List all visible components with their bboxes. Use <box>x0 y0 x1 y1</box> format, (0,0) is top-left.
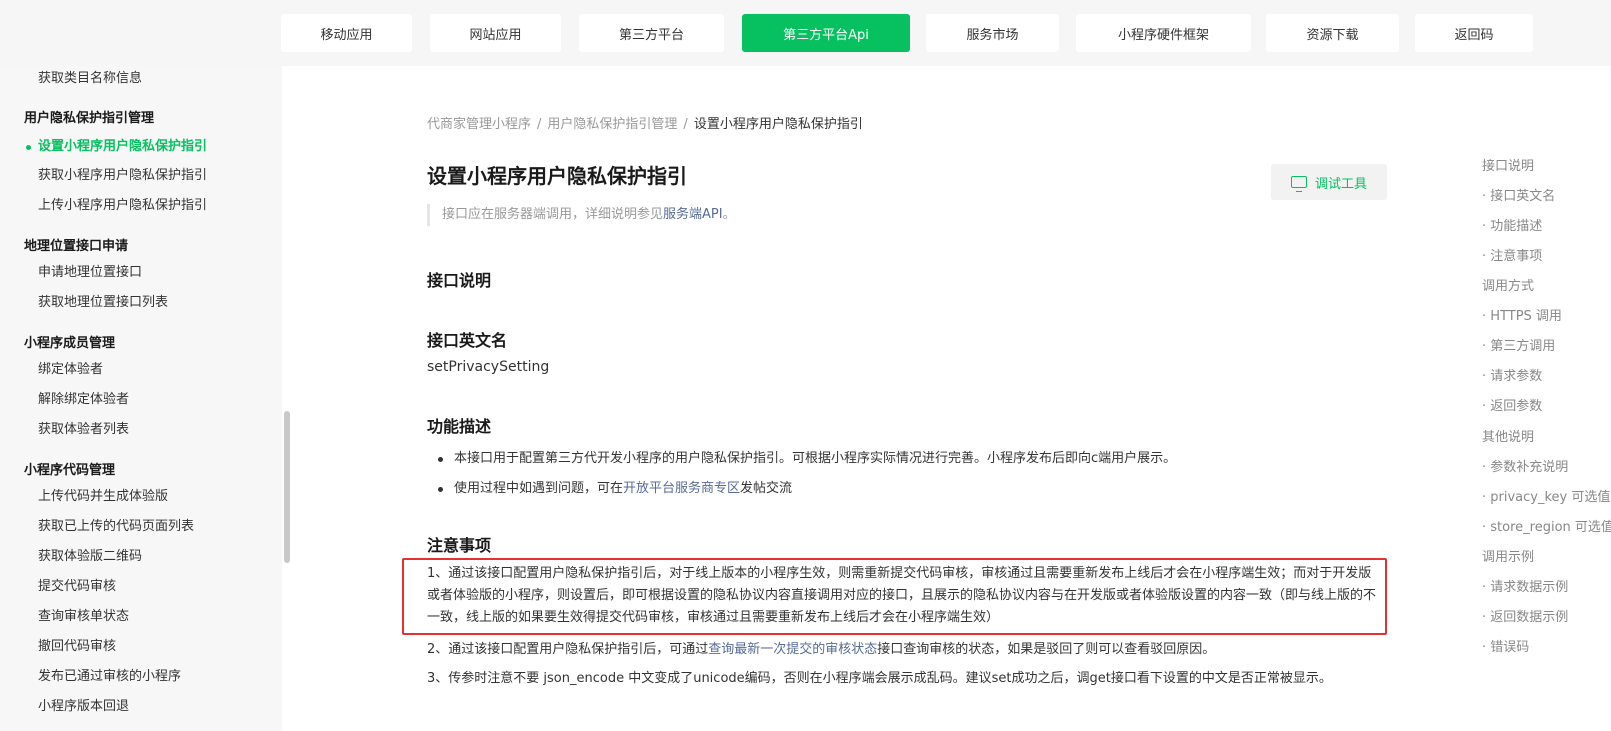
toc-item[interactable]: · store_region 可选值 <box>1482 519 1611 537</box>
breadcrumb-link[interactable]: 用户隐私保护指引管理 <box>547 117 677 132</box>
toc-item[interactable]: · 返回数据示例 <box>1482 609 1568 627</box>
note-item-2: 2、通过该接口配置用户隐私保护指引后，可通过查询最新一次提交的审核状态接口查询审… <box>427 639 1367 661</box>
sidebar-item[interactable]: 上传代码并生成体验版 <box>38 488 168 506</box>
section-notes: 注意事项 <box>427 536 492 555</box>
nav-tab-website-app[interactable]: 网站应用 <box>430 14 561 52</box>
sidebar-item[interactable]: 查询审核单状态 <box>38 608 129 626</box>
top-nav: 移动应用 网站应用 第三方平台 第三方平台Api 服务市场 小程序硬件框架 资源… <box>0 0 1611 66</box>
toc-item[interactable]: · 错误码 <box>1482 639 1529 657</box>
toc-item[interactable]: · 功能描述 <box>1482 218 1542 236</box>
page-title: 设置小程序用户隐私保护指引 <box>427 164 687 188</box>
note-suffix: 。 <box>722 207 736 222</box>
sidebar-item[interactable]: 申请地理位置接口 <box>38 264 142 282</box>
toc-item[interactable]: · 返回参数 <box>1482 398 1542 416</box>
sidebar-item[interactable]: 撤回代码审核 <box>38 638 116 656</box>
sidebar-item[interactable]: 获取地理位置接口列表 <box>38 294 168 312</box>
sidebar-item[interactable]: 提交代码审核 <box>38 578 116 596</box>
breadcrumb-link[interactable]: 代商家管理小程序 <box>427 117 531 132</box>
sidebar-group: 小程序成员管理 <box>24 336 116 351</box>
toc-item[interactable]: 其他说明 <box>1482 429 1534 447</box>
section-function: 功能描述 <box>427 417 492 436</box>
api-en-name: setPrivacySetting <box>427 359 550 375</box>
sidebar-item[interactable]: 发布已通过审核的小程序 <box>38 668 181 686</box>
sidebar-item[interactable]: 获取类目名称信息 <box>38 70 142 88</box>
sidebar-item[interactable]: 上传小程序用户隐私保护指引 <box>38 197 207 215</box>
server-side-note: 接口应在服务器端调用，详细说明参见服务端API。 <box>427 204 736 226</box>
note-text: 接口应在服务器端调用，详细说明参见 <box>442 207 664 222</box>
bullet-text: 发帖交流 <box>740 481 793 496</box>
list-item: 本接口用于配置第三方代开发小程序的用户隐私保护指引。可根据小程序实际情况进行完善… <box>437 450 1177 468</box>
breadcrumb: 代商家管理小程序 / 用户隐私保护指引管理 / 设置小程序用户隐私保护指引 <box>427 116 863 134</box>
bullet-text: 使用过程中如遇到问题，可在 <box>454 481 624 496</box>
nav-tab-resource-download[interactable]: 资源下载 <box>1266 14 1399 52</box>
toc-item[interactable]: · 接口英文名 <box>1482 188 1555 206</box>
breadcrumb-current: 设置小程序用户隐私保护指引 <box>693 117 863 132</box>
sidebar-group: 用户隐私保护指引管理 <box>24 111 155 126</box>
note-text: 接口查询审核的状态，如果是驳回了则可以查看驳回原因。 <box>877 642 1216 657</box>
toc-item[interactable]: 调用方式 <box>1482 278 1534 296</box>
section-api-desc: 接口说明 <box>427 271 492 290</box>
debug-tool-label: 调试工具 <box>1314 176 1367 192</box>
sidebar-item[interactable]: 解除绑定体验者 <box>38 391 129 409</box>
nav-tab-third-party-platform[interactable]: 第三方平台 <box>579 14 724 52</box>
nav-tab-hardware-framework[interactable]: 小程序硬件框架 <box>1076 14 1251 52</box>
note-item-1: 1、通过该接口配置用户隐私保护指引后，对于线上版本的小程序生效，则需重新提交代码… <box>427 566 1377 625</box>
server-api-link[interactable]: 服务端API <box>663 207 723 222</box>
monitor-icon <box>1290 176 1307 192</box>
sidebar-item[interactable]: 小程序版本回退 <box>38 698 129 716</box>
toc-item[interactable]: 调用示例 <box>1482 549 1534 567</box>
nav-tab-return-code[interactable]: 返回码 <box>1415 14 1533 52</box>
service-provider-zone-link[interactable]: 开放平台服务商专区 <box>623 481 740 496</box>
sidebar-group: 小程序代码管理 <box>24 463 116 478</box>
toc-item[interactable]: · HTTPS 调用 <box>1482 308 1562 326</box>
list-item: 使用过程中如遇到问题，可在开放平台服务商专区发帖交流 <box>437 480 793 498</box>
sidebar-group: 地理位置接口申请 <box>24 239 129 254</box>
toc-item[interactable]: · 请求数据示例 <box>1482 579 1568 597</box>
toc-item[interactable]: · privacy_key 可选值 <box>1482 489 1610 507</box>
active-dot-icon <box>26 145 31 150</box>
sidebar-item[interactable]: 获取小程序用户隐私保护指引 <box>38 167 207 185</box>
nav-tab-mobile-app[interactable]: 移动应用 <box>281 14 412 52</box>
section-en-name: 接口英文名 <box>427 331 508 350</box>
sidebar-item[interactable]: 获取已上传的代码页面列表 <box>38 518 194 536</box>
table-of-contents: 接口说明 · 接口英文名 · 功能描述 · 注意事项 调用方式 · HTTPS … <box>1472 150 1611 670</box>
query-audit-status-link[interactable]: 查询最新一次提交的审核状态 <box>708 642 877 657</box>
sidebar-item[interactable]: 获取体验者列表 <box>38 421 129 439</box>
bullet-text: 本接口用于配置第三方代开发小程序的用户隐私保护指引。可根据小程序实际情况进行完善… <box>454 451 1177 466</box>
toc-item[interactable]: · 第三方调用 <box>1482 338 1555 356</box>
sidebar-item[interactable]: 绑定体验者 <box>38 361 103 379</box>
nav-tab-third-party-api[interactable]: 第三方平台Api <box>742 14 910 52</box>
toc-item[interactable]: 接口说明 <box>1482 158 1534 176</box>
nav-tab-service-market[interactable]: 服务市场 <box>926 14 1059 52</box>
breadcrumb-separator: / <box>683 117 688 132</box>
note-text: 2、通过该接口配置用户隐私保护指引后，可通过 <box>427 642 709 657</box>
toc-item[interactable]: · 注意事项 <box>1482 248 1542 266</box>
toc-item[interactable]: · 参数补充说明 <box>1482 459 1568 477</box>
sidebar-item[interactable]: 获取体验版二维码 <box>38 548 142 566</box>
note-item-3: 3、传参时注意不要 json_encode 中文变成了unicode编码，否则在… <box>427 671 1332 686</box>
toc-item[interactable]: · 请求参数 <box>1482 368 1542 386</box>
breadcrumb-separator: / <box>537 117 542 132</box>
sidebar: 获取类目名称信息 用户隐私保护指引管理 设置小程序用户隐私保护指引 获取小程序用… <box>0 66 282 731</box>
sidebar-scrollbar[interactable] <box>284 411 290 563</box>
sidebar-item-active[interactable]: 设置小程序用户隐私保护指引 <box>38 138 207 156</box>
debug-tool-button[interactable]: 调试工具 <box>1271 164 1387 200</box>
